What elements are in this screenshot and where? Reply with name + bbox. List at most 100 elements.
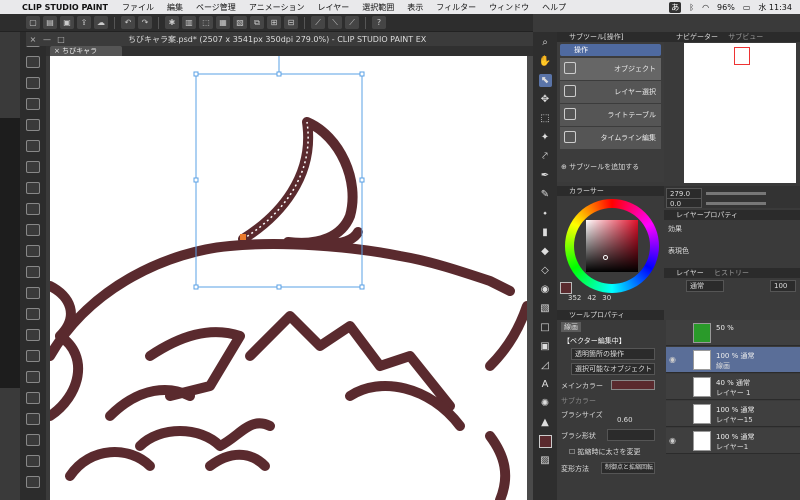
transform-method-dropdown[interactable]: 制御点と拡縮回転 xyxy=(601,462,655,474)
fill-tool-icon[interactable]: ◉ xyxy=(539,283,552,296)
layer-opacity-field[interactable]: 100 xyxy=(770,280,796,292)
panel-icon[interactable] xyxy=(26,392,40,404)
panel-icon[interactable] xyxy=(26,56,40,68)
eye-icon[interactable]: ◉ xyxy=(669,436,676,445)
undo-icon[interactable]: ↶ xyxy=(121,16,135,29)
panel-icon[interactable] xyxy=(26,371,40,383)
selection-icon[interactable]: ▧ xyxy=(233,16,247,29)
layer-row[interactable]: 40 % 通常 レイヤー 1 xyxy=(666,374,800,400)
ruler-tool-icon[interactable]: ◿ xyxy=(539,359,552,372)
open-file-icon[interactable]: ▤ xyxy=(43,16,57,29)
menu-layer[interactable]: レイヤー xyxy=(318,2,350,13)
panel-icon[interactable] xyxy=(26,119,40,131)
eye-icon[interactable]: ◉ xyxy=(669,355,676,364)
add-subtool-button[interactable]: ⊕ サブツールを追加する xyxy=(561,162,661,172)
saturation-value[interactable]: 42 xyxy=(587,294,596,304)
checkbox-icon[interactable]: ☐ xyxy=(569,448,578,456)
panel-icon[interactable] xyxy=(26,350,40,362)
layer-tab[interactable]: レイヤー xyxy=(676,269,704,277)
main-color-bar[interactable] xyxy=(611,380,655,390)
pen-tool-icon[interactable]: ✒ xyxy=(539,169,552,182)
move-view-icon[interactable]: ✋ xyxy=(539,55,552,68)
navigator-preview[interactable] xyxy=(684,43,796,183)
saturation-value-square[interactable] xyxy=(586,220,638,272)
layer-row[interactable]: 50 % xyxy=(666,320,800,346)
hue-value[interactable]: 352 xyxy=(568,294,581,304)
zoom-tool-icon[interactable]: ⌕ xyxy=(539,36,552,49)
transparent-op-dropdown[interactable]: 透明箇所の操作 xyxy=(571,348,655,360)
main-color-swatch[interactable] xyxy=(560,282,572,294)
panel-icon[interactable] xyxy=(26,203,40,215)
subview-tab[interactable]: サブビュー xyxy=(728,33,763,41)
panel-icon[interactable] xyxy=(26,77,40,89)
menu-help[interactable]: ヘルプ xyxy=(542,2,566,13)
menu-view[interactable]: 表示 xyxy=(407,2,423,13)
blend-tool-icon[interactable]: ◇ xyxy=(539,264,552,277)
redo-icon[interactable]: ↷ xyxy=(138,16,152,29)
zoom-slider[interactable] xyxy=(706,192,766,195)
panel-icon[interactable] xyxy=(26,329,40,341)
menu-edit[interactable]: 編集 xyxy=(167,2,183,13)
scale-width-checkbox-label[interactable]: ☐ 拡縮時に太さを変更 xyxy=(569,447,641,457)
snap-icon[interactable]: ⟋ xyxy=(311,16,325,29)
minimize-window-icon[interactable]: — xyxy=(40,35,54,44)
cloud-icon[interactable]: ☁ xyxy=(94,16,108,29)
ruler-icon[interactable]: ⊟ xyxy=(284,16,298,29)
wifi-icon[interactable]: ◠ xyxy=(702,3,709,12)
snap-ruler-icon[interactable]: ⟍ xyxy=(328,16,342,29)
frame-tool-icon[interactable]: ▣ xyxy=(539,340,552,353)
selection-tool-icon[interactable]: ⬚ xyxy=(539,112,552,125)
brightness-value[interactable]: 30 xyxy=(602,294,611,304)
move-layer-icon[interactable]: ✥ xyxy=(539,93,552,106)
panel-icon[interactable] xyxy=(26,140,40,152)
bluetooth-icon[interactable]: ᛒ xyxy=(689,3,694,12)
color-picker-cursor[interactable] xyxy=(603,255,608,260)
deselect-icon[interactable]: ▦ xyxy=(216,16,230,29)
menu-page[interactable]: ページ管理 xyxy=(196,2,236,13)
maximize-window-icon[interactable]: □ xyxy=(54,35,68,44)
menubar-clock[interactable]: 水 11:34 xyxy=(758,2,792,13)
new-file-icon[interactable]: ▢ xyxy=(26,16,40,29)
correct-line-icon[interactable]: ▲ xyxy=(539,416,552,429)
subtool-item-timeline[interactable]: タイムライン編集 xyxy=(560,127,661,149)
menu-selection[interactable]: 選択範囲 xyxy=(362,2,394,13)
magic-wand-icon[interactable]: ✦ xyxy=(539,131,552,144)
panel-icon[interactable] xyxy=(26,434,40,446)
airbrush-icon[interactable]: ▮ xyxy=(539,226,552,239)
app-menu[interactable]: CLIP STUDIO PAINT xyxy=(22,3,108,12)
gradient-tool-icon[interactable]: ▧ xyxy=(539,302,552,315)
panel-icon[interactable] xyxy=(26,413,40,425)
brush-size-value[interactable]: 0.60 xyxy=(617,416,633,424)
help-icon[interactable]: ? xyxy=(372,16,386,29)
panel-icon[interactable] xyxy=(26,266,40,278)
subtool-item-object[interactable]: オブジェクト xyxy=(560,58,661,80)
balloon-tool-icon[interactable]: ✺ xyxy=(539,397,552,410)
eyedropper-icon[interactable]: ⤤ xyxy=(539,150,552,163)
document-tab[interactable]: × ちびキャラ案.psd* xyxy=(50,46,122,65)
menu-file[interactable]: ファイル xyxy=(122,2,154,13)
snap-special-icon[interactable]: ⟋ xyxy=(345,16,359,29)
color-swatch-icon[interactable] xyxy=(538,435,552,448)
history-tab[interactable]: ヒストリー xyxy=(714,269,749,277)
subtool-item-light-table[interactable]: ライトテーブル xyxy=(560,104,661,126)
selectable-object-dropdown[interactable]: 選択可能なオブジェクト xyxy=(571,363,655,375)
transparent-color-icon[interactable]: ▨ xyxy=(539,454,552,467)
eraser-tool-icon[interactable]: ◆ xyxy=(539,245,552,258)
menu-window[interactable]: ウィンドウ xyxy=(489,2,529,13)
layer-row[interactable]: 100 % 通常 レイヤー15 xyxy=(666,401,800,427)
operation-tool-icon[interactable]: ⬉ xyxy=(538,74,552,87)
panel-icon[interactable] xyxy=(26,455,40,467)
panel-icon[interactable] xyxy=(26,476,40,488)
panel-icon[interactable] xyxy=(26,224,40,236)
brush-tool-icon[interactable]: ⬩ xyxy=(539,207,552,220)
mode-tab[interactable]: 線画 xyxy=(561,322,581,332)
pencil-tool-icon[interactable]: ✎ xyxy=(539,188,552,201)
menu-filter[interactable]: フィルター xyxy=(436,2,476,13)
subtool-item-layer-select[interactable]: レイヤー選択 xyxy=(560,81,661,103)
export-icon[interactable]: ⇪ xyxy=(77,16,91,29)
rotation-value-field[interactable]: 0.0 xyxy=(666,198,702,208)
blend-mode-dropdown[interactable]: 通常 xyxy=(686,280,724,292)
layer-row[interactable]: ◉ 100 % 通常 レイヤー1 xyxy=(666,428,800,454)
canvas[interactable] xyxy=(50,56,527,500)
menu-animation[interactable]: アニメーション xyxy=(249,2,305,13)
